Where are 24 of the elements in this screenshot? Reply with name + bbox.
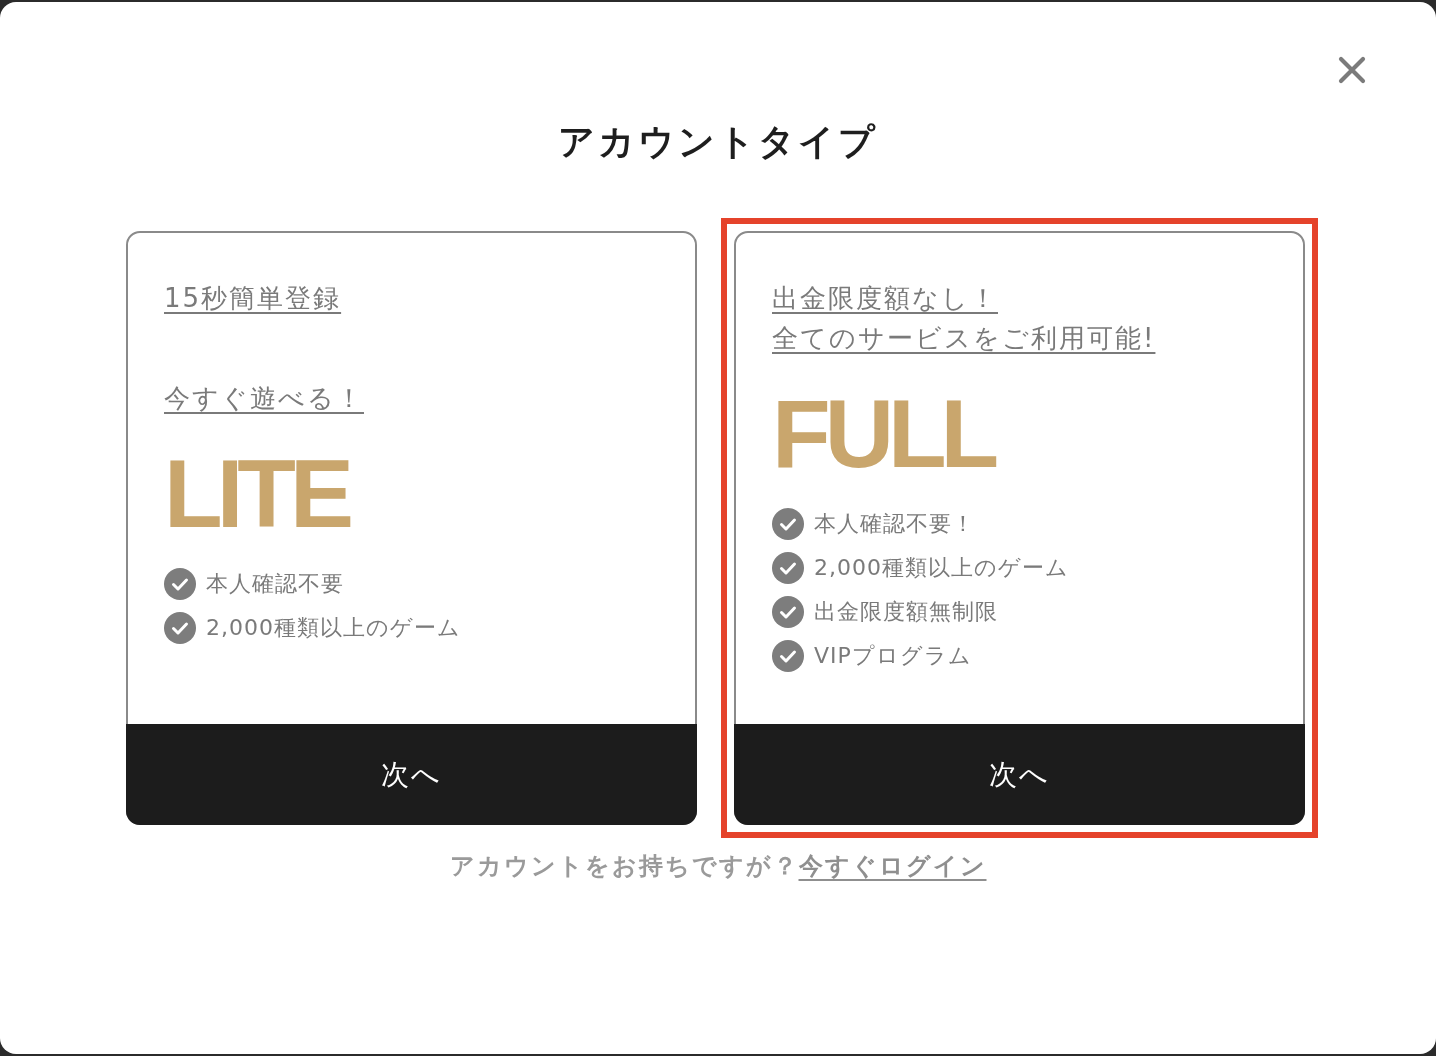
feature-text: 本人確認不要！ (814, 510, 975, 538)
dialog-title: アカウントタイプ (557, 120, 879, 164)
plan-name: FULL (772, 386, 994, 482)
check-circle-icon (772, 552, 804, 584)
next-button[interactable]: 次へ (126, 724, 697, 825)
check-circle-icon (772, 596, 804, 628)
feature-text: 2,000種類以上のゲーム (814, 554, 1069, 582)
close-icon[interactable] (1338, 56, 1366, 84)
check-circle-icon (772, 508, 804, 540)
feature-text: 出金限度額無制限 (814, 598, 998, 626)
check-circle-icon (772, 640, 804, 672)
feature-text: 2,000種類以上のゲーム (206, 614, 461, 642)
plan-name: LITE (164, 446, 348, 542)
check-circle-icon (164, 612, 196, 644)
feature-text: VIPプログラム (814, 642, 972, 670)
next-button[interactable]: 次へ (734, 724, 1305, 825)
check-circle-icon (164, 568, 196, 600)
tagline: 15秒簡単登録 (164, 282, 342, 315)
tagline: 出金限度額なし！ 全てのサービスをご利用可能! (772, 282, 1156, 355)
plan-card[interactable]: 15秒簡単登録 今すぐ遊べる！ LITE 本人確認不要 2,000種類以上のゲーム 次へ (126, 231, 697, 825)
tagline: 今すぐ遊べる！ (164, 382, 364, 415)
feature-text: 本人確認不要 (206, 570, 344, 598)
plan-card[interactable]: 出金限度額なし！ 全てのサービスをご利用可能! FULL 本人確認不要！ 2,000種類以上のゲーム 出金限度額無制限 VIPプログラム 次へ (734, 231, 1305, 825)
login-prompt: アカウントをお持ちですが？ (449, 852, 799, 880)
